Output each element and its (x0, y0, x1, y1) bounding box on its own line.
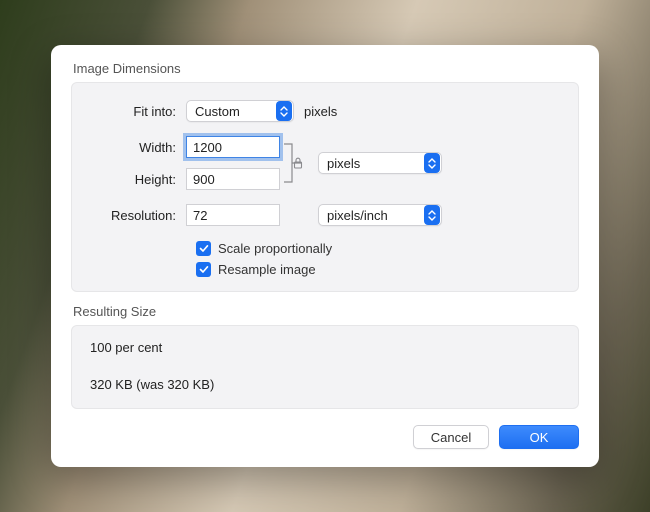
resolution-units-popup[interactable]: pixels/inch (318, 204, 442, 226)
resulting-size-panel: 100 per cent 320 KB (was 320 KB) (71, 325, 579, 409)
resolution-input[interactable] (186, 204, 280, 226)
resize-dialog: Image Dimensions Fit into: Custom pixels… (51, 45, 599, 467)
fit-into-value: Custom (195, 104, 240, 119)
dialog-footer: Cancel OK (71, 425, 579, 449)
fit-into-units: pixels (304, 104, 337, 119)
chevron-up-down-icon (276, 101, 292, 121)
cancel-button[interactable]: Cancel (413, 425, 489, 449)
chevron-up-down-icon (424, 153, 440, 173)
width-label: Width: (90, 140, 186, 155)
link-bracket (282, 136, 312, 190)
section-image-dimensions: Image Dimensions (71, 61, 579, 76)
resample-image-checkbox[interactable]: Resample image (196, 262, 560, 277)
resolution-label: Resolution: (90, 208, 186, 223)
image-dimensions-panel: Fit into: Custom pixels Width: Height: (71, 82, 579, 292)
wh-units-value: pixels (327, 156, 360, 171)
height-input[interactable] (186, 168, 280, 190)
fit-into-popup[interactable]: Custom (186, 100, 294, 122)
resample-image-label: Resample image (218, 262, 316, 277)
ok-button[interactable]: OK (499, 425, 579, 449)
height-label: Height: (90, 172, 186, 187)
checkbox-checked-icon (196, 241, 211, 256)
chevron-up-down-icon (424, 205, 440, 225)
fit-into-label: Fit into: (90, 104, 186, 119)
scale-proportionally-label: Scale proportionally (218, 241, 332, 256)
width-input[interactable] (186, 136, 280, 158)
resulting-filesize: 320 KB (was 320 KB) (90, 377, 560, 392)
wh-units-popup[interactable]: pixels (318, 152, 442, 174)
scale-proportionally-checkbox[interactable]: Scale proportionally (196, 241, 560, 256)
checkbox-checked-icon (196, 262, 211, 277)
resulting-percent: 100 per cent (90, 340, 560, 355)
section-resulting-size: Resulting Size (71, 304, 579, 319)
resolution-units-value: pixels/inch (327, 208, 388, 223)
